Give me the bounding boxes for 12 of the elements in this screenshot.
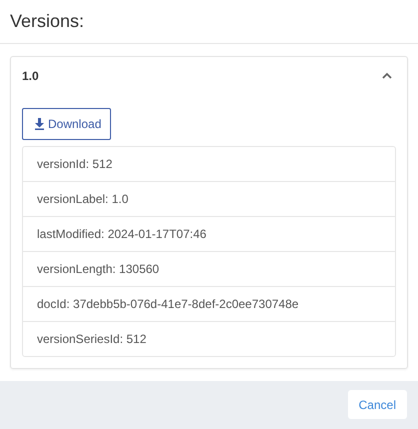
dialog-title: Versions: — [10, 10, 84, 32]
cancel-button[interactable]: Cancel — [348, 390, 407, 420]
chevron-icon[interactable] — [382, 72, 392, 80]
property-row: versionLength: 130560 — [23, 250, 395, 286]
download-icon — [34, 118, 45, 130]
version-label: 1.0 — [22, 68, 39, 83]
property-row: docId: 37debb5b-076d-41e7-8def-2c0ee730748e — [23, 286, 395, 321]
property-row: versionSeriesId: 512 — [23, 320, 395, 356]
property-row: versionLabel: 1.0 — [23, 180, 395, 216]
download-button[interactable]: Download — [22, 108, 112, 140]
property-row-text: versionId: 512 — [36, 156, 114, 173]
property-row: lastModified: 2024-01-17T07:46 — [23, 216, 395, 251]
